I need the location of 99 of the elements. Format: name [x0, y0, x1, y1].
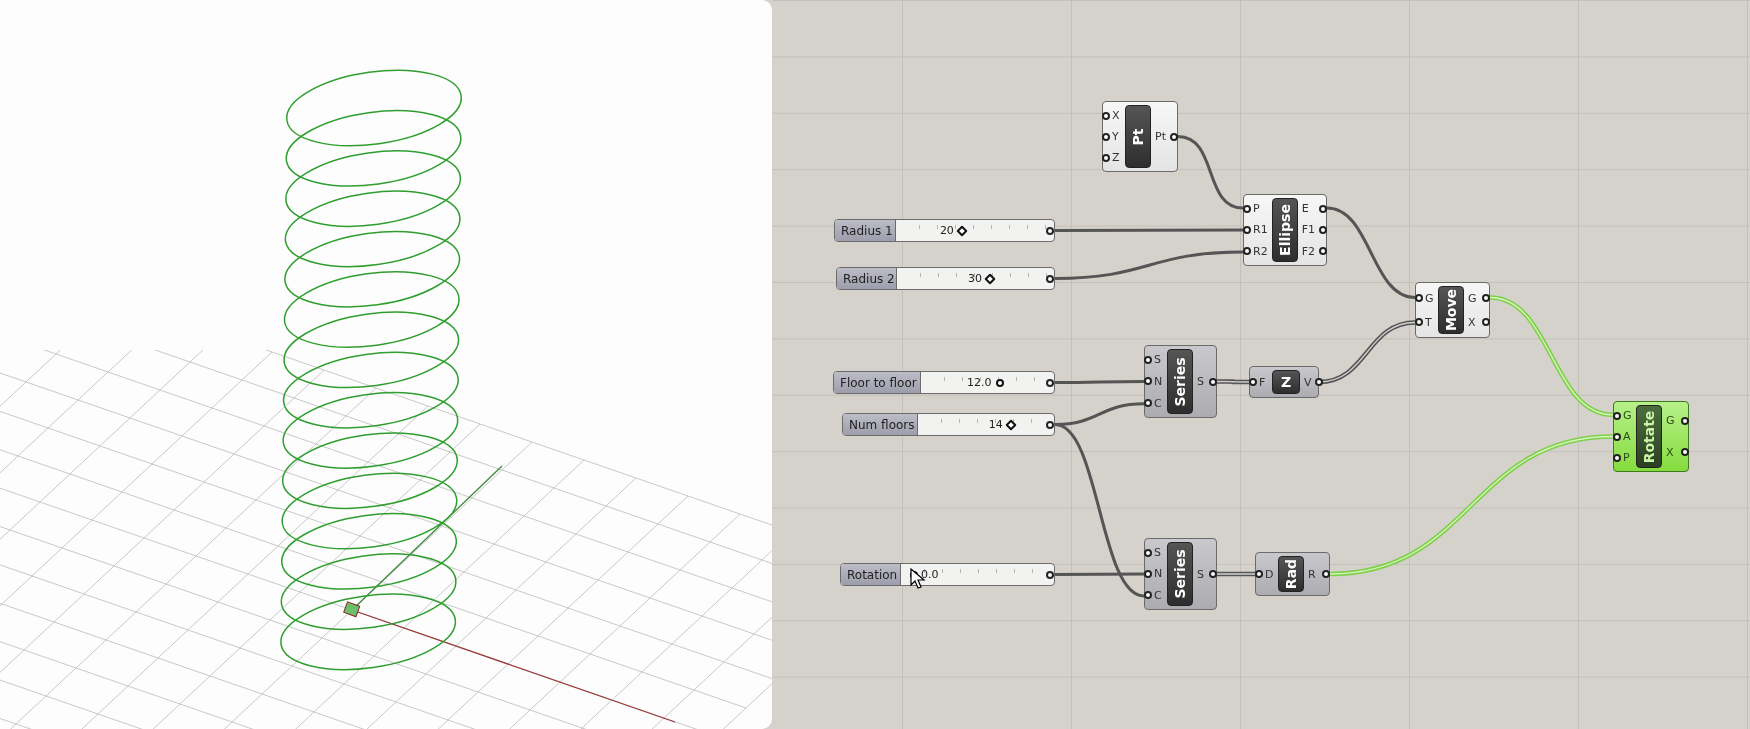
component-node[interactable]: D Rad R	[1255, 552, 1330, 596]
output-port-icon[interactable]	[1046, 420, 1054, 429]
number-slider[interactable]: Radius 2 30	[836, 267, 1055, 290]
input-port-icon[interactable]	[1415, 318, 1423, 326]
number-slider[interactable]: Rotation 0.0	[840, 563, 1055, 586]
component-name: Move	[1443, 288, 1459, 332]
component-name: Series	[1172, 549, 1188, 599]
port-label: A	[1623, 430, 1631, 443]
input-port-icon[interactable]	[1102, 132, 1110, 141]
port-label: G	[1666, 414, 1675, 428]
input-port-icon[interactable]	[1144, 355, 1152, 364]
port-label: F2	[1301, 244, 1315, 258]
port-label: N	[1154, 375, 1163, 388]
port-label: P	[1253, 202, 1260, 216]
port-label: V	[1304, 375, 1312, 389]
slider-thumb[interactable]	[995, 379, 1004, 387]
port-label: X	[1666, 445, 1674, 459]
output-port-icon[interactable]	[1046, 226, 1054, 235]
port-label: P	[1623, 451, 1630, 464]
component-name: Ellipse	[1276, 204, 1293, 256]
slider-label: Floor to floor	[834, 372, 921, 393]
output-port-icon[interactable]	[1209, 570, 1217, 578]
slider-label: Num floors	[843, 414, 918, 435]
component-name: Z	[1280, 374, 1292, 390]
input-port-icon[interactable]	[1255, 570, 1263, 578]
number-slider[interactable]: Num floors 14	[842, 413, 1055, 436]
port-label: F	[1259, 375, 1266, 389]
port-label: R	[1308, 567, 1316, 581]
port-label: G	[1425, 291, 1434, 305]
slider-label: Radius 2	[837, 268, 897, 289]
port-label: Y	[1112, 130, 1119, 143]
output-port-icon[interactable]	[1315, 378, 1323, 386]
port-label: C	[1154, 588, 1162, 602]
port-label: G	[1623, 409, 1632, 422]
slider-label: Radius 1	[835, 220, 896, 241]
port-label: S	[1197, 567, 1204, 581]
slider-value: 12.0	[967, 376, 992, 389]
input-port-icon[interactable]	[1415, 294, 1423, 302]
input-port-icon[interactable]	[1144, 548, 1152, 557]
component-name: Series	[1172, 356, 1188, 407]
output-port-icon[interactable]	[1482, 294, 1490, 302]
port-label: S	[1154, 353, 1161, 367]
input-port-icon[interactable]	[1102, 153, 1110, 162]
port-label: G	[1468, 291, 1477, 305]
input-port-icon[interactable]	[1144, 399, 1152, 408]
port-label: N	[1154, 567, 1163, 581]
input-port-icon[interactable]	[1243, 226, 1251, 234]
component-name: Rad	[1283, 558, 1299, 590]
output-port-icon[interactable]	[1322, 570, 1330, 578]
port-label: R2	[1253, 244, 1268, 258]
output-port-icon[interactable]	[1046, 570, 1054, 579]
port-label: T	[1425, 315, 1432, 329]
output-port-icon[interactable]	[1170, 132, 1178, 141]
slider-thumb[interactable]	[1005, 419, 1017, 431]
slider-value: 0.0	[921, 568, 939, 581]
input-port-icon[interactable]	[1144, 591, 1152, 600]
port-label: D	[1265, 567, 1274, 581]
slider-thumb[interactable]	[956, 225, 968, 237]
output-port-icon[interactable]	[1046, 378, 1054, 387]
wire	[1216, 571, 1256, 577]
port-label: E	[1301, 202, 1309, 216]
origin-marker-icon	[343, 601, 361, 618]
port-label: R1	[1253, 223, 1268, 237]
output-port-icon[interactable]	[1319, 247, 1327, 256]
input-port-icon[interactable]	[1144, 377, 1152, 386]
port-label: F1	[1301, 223, 1315, 237]
input-port-icon[interactable]	[1102, 111, 1110, 120]
input-port-icon[interactable]	[1243, 247, 1251, 256]
input-port-icon[interactable]	[1613, 453, 1621, 462]
input-port-icon[interactable]	[1243, 204, 1251, 213]
port-label: S	[1154, 546, 1161, 560]
output-port-icon[interactable]	[1319, 226, 1327, 234]
slider-thumb[interactable]	[984, 273, 996, 285]
output-port-icon[interactable]	[1209, 377, 1217, 386]
port-label: X	[1468, 315, 1476, 329]
port-label: C	[1154, 396, 1162, 410]
input-port-icon[interactable]	[1613, 432, 1621, 441]
slider-value: 30	[968, 272, 982, 285]
output-port-icon[interactable]	[1681, 416, 1689, 425]
output-port-icon[interactable]	[1046, 274, 1054, 283]
output-port-icon[interactable]	[1319, 204, 1327, 213]
number-slider[interactable]: Floor to floor 12.0	[833, 371, 1055, 394]
slider-value: 14	[988, 418, 1003, 431]
port-label: Pt	[1155, 130, 1166, 143]
component-node[interactable]: X Y Z Pt Pt	[1102, 101, 1178, 172]
wire	[1216, 379, 1250, 385]
input-port-icon[interactable]	[1249, 378, 1257, 386]
component-name: Pt	[1130, 128, 1146, 145]
number-slider[interactable]: Radius 1 20	[834, 219, 1055, 242]
port-label: Z	[1112, 151, 1120, 164]
port-label: S	[1197, 375, 1204, 388]
port-label: X	[1112, 109, 1120, 122]
component-name: Rotate	[1641, 410, 1657, 463]
input-port-icon[interactable]	[1144, 570, 1152, 578]
input-port-icon[interactable]	[1613, 411, 1621, 420]
slider-value: 20	[939, 224, 954, 237]
slider-label: Rotation	[841, 564, 901, 585]
output-port-icon[interactable]	[1482, 318, 1490, 326]
output-port-icon[interactable]	[1681, 448, 1689, 457]
